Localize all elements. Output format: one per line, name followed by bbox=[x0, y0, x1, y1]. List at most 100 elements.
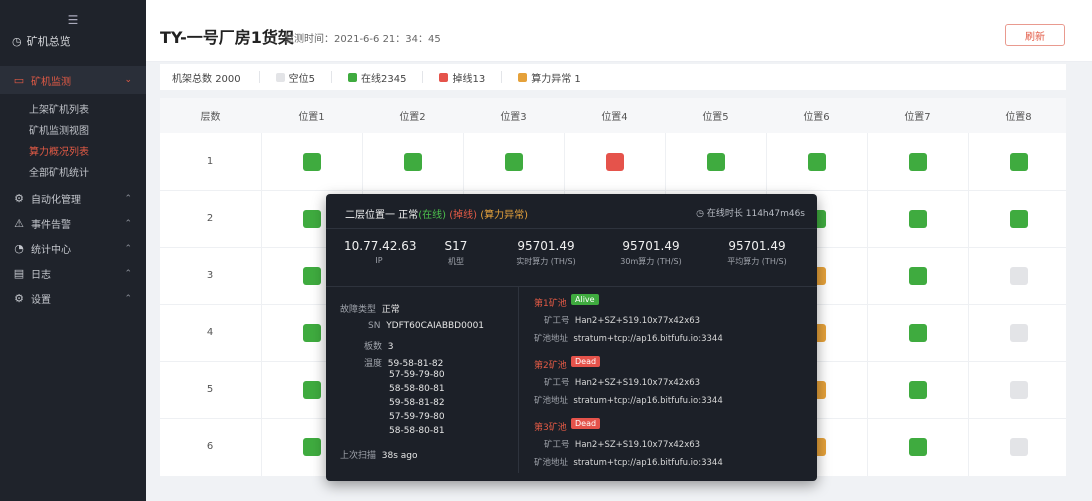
miner-slot[interactable] bbox=[1009, 380, 1028, 399]
monitor-time: 监测时间：2021-6-6 21：34：45 bbox=[284, 34, 441, 45]
layer-number: 3 bbox=[206, 270, 214, 281]
miner-slot[interactable] bbox=[908, 152, 927, 171]
addr-value: stratum+tcp://ap16.bitfufu.io:3344 bbox=[573, 458, 723, 468]
miner-slot[interactable] bbox=[605, 152, 624, 171]
pool-2-status-badge: Dead bbox=[571, 356, 601, 367]
miner-slot[interactable] bbox=[302, 209, 321, 228]
miner-slot[interactable] bbox=[302, 437, 321, 456]
sidebar-sub-monitor-view[interactable]: 矿机监测视图 bbox=[0, 119, 146, 140]
legend-label: 掉线13 bbox=[452, 73, 486, 85]
board-count: 板数 3 bbox=[364, 339, 393, 352]
miner-slot[interactable] bbox=[302, 323, 321, 342]
temp-value: 59-58-81-82 bbox=[387, 359, 444, 369]
status-abnormal: (算力异常) bbox=[480, 210, 528, 221]
temp-label: 温度 bbox=[364, 359, 383, 369]
addr-value: stratum+tcp://ap16.bitfufu.io:3344 bbox=[573, 396, 723, 406]
pool-1-addr: 矿池地址 stratum+tcp://ap16.bitfufu.io:3344 bbox=[534, 332, 723, 344]
worker-value: Han2+SZ+S19.10x77x42x63 bbox=[574, 316, 701, 326]
pool-3-status-badge: Dead bbox=[571, 418, 601, 429]
column-header-position: 位置6 bbox=[803, 112, 830, 123]
layer-number: 2 bbox=[206, 213, 214, 224]
miner-slot[interactable] bbox=[1009, 266, 1028, 285]
miner-slot[interactable] bbox=[504, 152, 523, 171]
last-scan-value: 38s ago bbox=[381, 451, 418, 461]
status-offline: (掉线) bbox=[449, 210, 477, 221]
miner-slot[interactable] bbox=[908, 437, 927, 456]
sidebar-item-label: 矿机监测 bbox=[31, 76, 71, 88]
temp-value: 59-58-81-82 bbox=[389, 398, 445, 408]
miner-slot[interactable] bbox=[908, 323, 927, 342]
chevron-down-icon: ⌄ bbox=[124, 75, 132, 85]
miner-slot[interactable] bbox=[908, 209, 927, 228]
pool-2-name: 第2矿池 bbox=[534, 361, 567, 371]
metric-ip-value: 10.77.42.63 bbox=[344, 239, 417, 253]
column-header-position: 位置8 bbox=[1005, 112, 1032, 123]
sidebar-item-label: 事件告警 bbox=[31, 220, 71, 231]
temp-value: 57-59-79-80 bbox=[389, 370, 445, 380]
chevron-up-icon: ⌃ bbox=[124, 268, 132, 279]
legend-online: 在线2345 bbox=[348, 70, 406, 85]
pool-1-worker: 矿工号 Han2+SZ+S19.10x77x42x63 bbox=[544, 314, 700, 326]
sidebar-sub-rack-list[interactable]: 上架矿机列表 bbox=[0, 98, 146, 119]
miner-slot[interactable] bbox=[706, 152, 725, 171]
sidebar-item-settings[interactable]: ⚙ 设置 ⌃ bbox=[0, 286, 146, 311]
sidebar-sub-all-stats[interactable]: 全部矿机统计 bbox=[0, 161, 146, 182]
miner-slot[interactable] bbox=[908, 380, 927, 399]
miner-slot[interactable] bbox=[403, 152, 422, 171]
worker-label: 矿工号 bbox=[544, 378, 570, 388]
chevron-up-icon: ⌃ bbox=[124, 293, 132, 304]
sidebar-item-label: 设置 bbox=[31, 295, 51, 306]
column-header-position: 位置5 bbox=[702, 112, 729, 123]
layer-number: 1 bbox=[206, 156, 214, 167]
temp-value: 58-58-80-81 bbox=[389, 384, 445, 394]
last-scan: 上次扫描 38s ago bbox=[340, 448, 418, 461]
sidebar-item-log[interactable]: ▤ 日志 ⌃ bbox=[0, 261, 146, 286]
miner-slot[interactable] bbox=[1009, 209, 1028, 228]
rack-total-value: 2000 bbox=[215, 73, 241, 85]
grid-header: 层数 位置1 位置2 位置3 位置4 位置5 位置6 位置7 位置8 bbox=[160, 98, 1066, 133]
sidebar-item-automation[interactable]: ⚙ 自动化管理 ⌃ bbox=[0, 186, 146, 211]
fault-type-label: 故障类型 bbox=[340, 305, 377, 315]
addr-value: stratum+tcp://ap16.bitfufu.io:3344 bbox=[573, 334, 723, 344]
miner-slot[interactable] bbox=[302, 152, 321, 171]
alarm-icon: ⚠ bbox=[14, 217, 24, 230]
miner-slot[interactable] bbox=[1009, 437, 1028, 456]
layer-number: 5 bbox=[206, 384, 214, 395]
rack-total: 机架总数 2000 bbox=[172, 70, 241, 85]
addr-label: 矿池地址 bbox=[534, 458, 569, 468]
miner-slot[interactable] bbox=[1009, 323, 1028, 342]
collapse-menu-icon[interactable]: ☰ bbox=[68, 13, 79, 27]
refresh-button[interactable]: 刷新 bbox=[1005, 24, 1065, 46]
layer-number: 4 bbox=[206, 327, 214, 338]
sidebar-item-alarm[interactable]: ⚠ 事件告警 ⌃ bbox=[0, 211, 146, 236]
sidebar-item-overview[interactable]: ◷ 矿机总览 bbox=[0, 33, 146, 49]
miner-slot[interactable] bbox=[1009, 152, 1028, 171]
stats-icon: ◔ bbox=[14, 242, 24, 255]
status-online: (在线) bbox=[418, 210, 446, 221]
log-icon: ▤ bbox=[13, 267, 25, 280]
miner-slot[interactable] bbox=[302, 266, 321, 285]
sidebar-sub-hashrate-list[interactable]: 算力概况列表 bbox=[0, 140, 146, 161]
chevron-up-icon: ⌃ bbox=[124, 243, 132, 254]
sidebar-item-monitor[interactable]: ▭ 矿机监测 ⌄ bbox=[0, 66, 146, 94]
pool-3-name: 第3矿池 bbox=[534, 423, 567, 433]
online-swatch bbox=[348, 72, 358, 82]
sn: SN YDFT60CAIABBD0001 bbox=[368, 321, 484, 331]
metric-realtime-value: 95701.49 bbox=[517, 239, 575, 253]
sn-label: SN bbox=[368, 321, 381, 331]
miner-slot[interactable] bbox=[908, 266, 927, 285]
metric-avg-value: 95701.49 bbox=[728, 239, 786, 253]
chevron-up-icon: ⌃ bbox=[124, 193, 132, 204]
stats-bar: 机架总数 2000 空位5 在线2345 掉线13 算力异常 1 bbox=[160, 64, 1066, 90]
abnormal-swatch bbox=[518, 72, 528, 82]
offline-swatch bbox=[439, 72, 449, 82]
legend-label: 空位5 bbox=[288, 73, 316, 85]
temp-value: 57-59-79-80 bbox=[389, 412, 445, 422]
miner-slot[interactable] bbox=[302, 380, 321, 399]
metric-30m-value: 95701.49 bbox=[622, 239, 680, 253]
layer-number: 6 bbox=[206, 441, 214, 452]
pool-2-addr: 矿池地址 stratum+tcp://ap16.bitfufu.io:3344 bbox=[534, 394, 723, 406]
sidebar-item-stats[interactable]: ◔ 统计中心 ⌃ bbox=[0, 236, 146, 261]
miner-slot[interactable] bbox=[807, 152, 826, 171]
metric-avg-label: 平均算力 (TH/S) bbox=[727, 257, 787, 266]
